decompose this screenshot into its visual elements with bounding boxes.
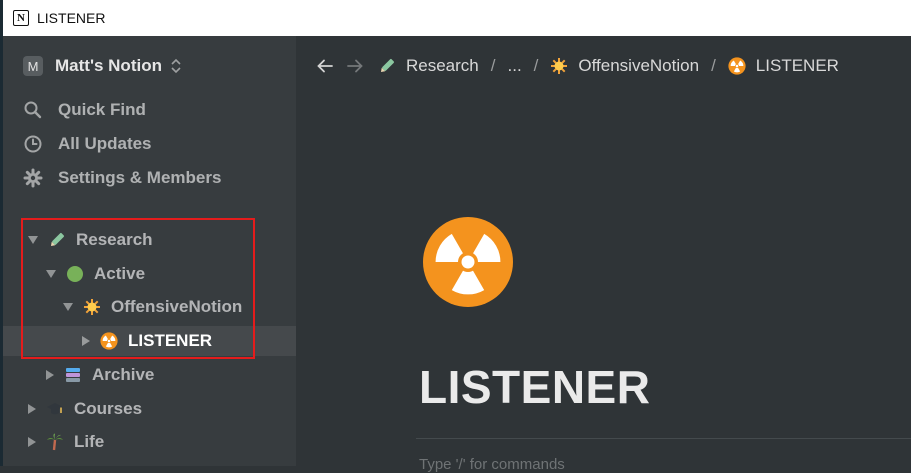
- breadcrumb-offensivenotion[interactable]: OffensiveNotion: [550, 56, 699, 76]
- search-icon: [24, 101, 42, 119]
- breadcrumb-research[interactable]: Research: [378, 56, 479, 76]
- graduation-cap-icon: [46, 400, 64, 418]
- tree-item-courses[interactable]: Courses: [3, 394, 296, 424]
- breadcrumb-label: OffensiveNotion: [578, 56, 700, 75]
- sun-icon: [550, 57, 568, 75]
- nav-settings-members-label: Settings & Members: [58, 168, 222, 187]
- tree-item-label: Archive: [92, 365, 155, 384]
- nav-quick-find-label: Quick Find: [58, 100, 146, 119]
- title-divider: [416, 438, 911, 439]
- triangle-right-icon[interactable]: [28, 404, 36, 414]
- nav-settings-members[interactable]: Settings & Members: [23, 165, 221, 191]
- breadcrumb-separator: /: [490, 56, 496, 75]
- breadcrumb-separator: /: [711, 56, 716, 75]
- radioactive-icon[interactable]: [422, 216, 514, 308]
- nav-quick-find[interactable]: Quick Find: [23, 97, 146, 123]
- chevron-up-down-icon: [171, 58, 181, 74]
- forward-arrow-icon[interactable]: [346, 57, 364, 75]
- palm-tree-icon: [46, 433, 64, 451]
- books-icon: [64, 366, 82, 384]
- workspace-switcher[interactable]: M Matt's Notion: [23, 54, 182, 78]
- window-titlebar: N LISTENER: [3, 0, 911, 36]
- breadcrumb-label: LISTENER: [755, 56, 839, 75]
- page-title[interactable]: LISTENER: [419, 360, 650, 414]
- breadcrumb-ellipsis[interactable]: ...: [508, 56, 522, 76]
- breadcrumb: Research / ... / OffensiveNotion / LISTE…: [316, 54, 839, 78]
- breadcrumb-label: ...: [507, 56, 522, 75]
- main-content: Research / ... / OffensiveNotion / LISTE…: [296, 36, 911, 473]
- breadcrumb-separator: /: [533, 56, 539, 75]
- tree-item-life[interactable]: Life: [3, 427, 296, 457]
- pencil-icon: [378, 57, 396, 75]
- notion-logo-icon: N: [13, 10, 29, 26]
- window-title: LISTENER: [37, 10, 106, 26]
- triangle-right-icon[interactable]: [28, 437, 36, 447]
- triangle-right-icon[interactable]: [46, 370, 54, 380]
- breadcrumb-listener[interactable]: LISTENER: [728, 56, 839, 76]
- workspace-avatar: M: [23, 56, 43, 76]
- tree-item-label: Life: [74, 432, 105, 451]
- breadcrumb-label: Research: [406, 56, 479, 75]
- annotation-highlight-box: [21, 218, 255, 359]
- nav-all-updates-label: All Updates: [58, 134, 152, 153]
- nav-all-updates[interactable]: All Updates: [23, 131, 152, 157]
- gear-icon: [23, 168, 43, 188]
- workspace-name: Matt's Notion: [55, 56, 162, 75]
- tree-item-label: Courses: [74, 399, 143, 418]
- radioactive-icon: [728, 57, 746, 75]
- clock-icon: [24, 135, 42, 153]
- page-body-placeholder[interactable]: Type '/' for commands: [419, 456, 565, 473]
- back-arrow-icon[interactable]: [316, 57, 334, 75]
- sidebar: M Matt's Notion Quick Find All Updates S…: [3, 36, 296, 466]
- tree-item-archive[interactable]: Archive: [3, 360, 296, 390]
